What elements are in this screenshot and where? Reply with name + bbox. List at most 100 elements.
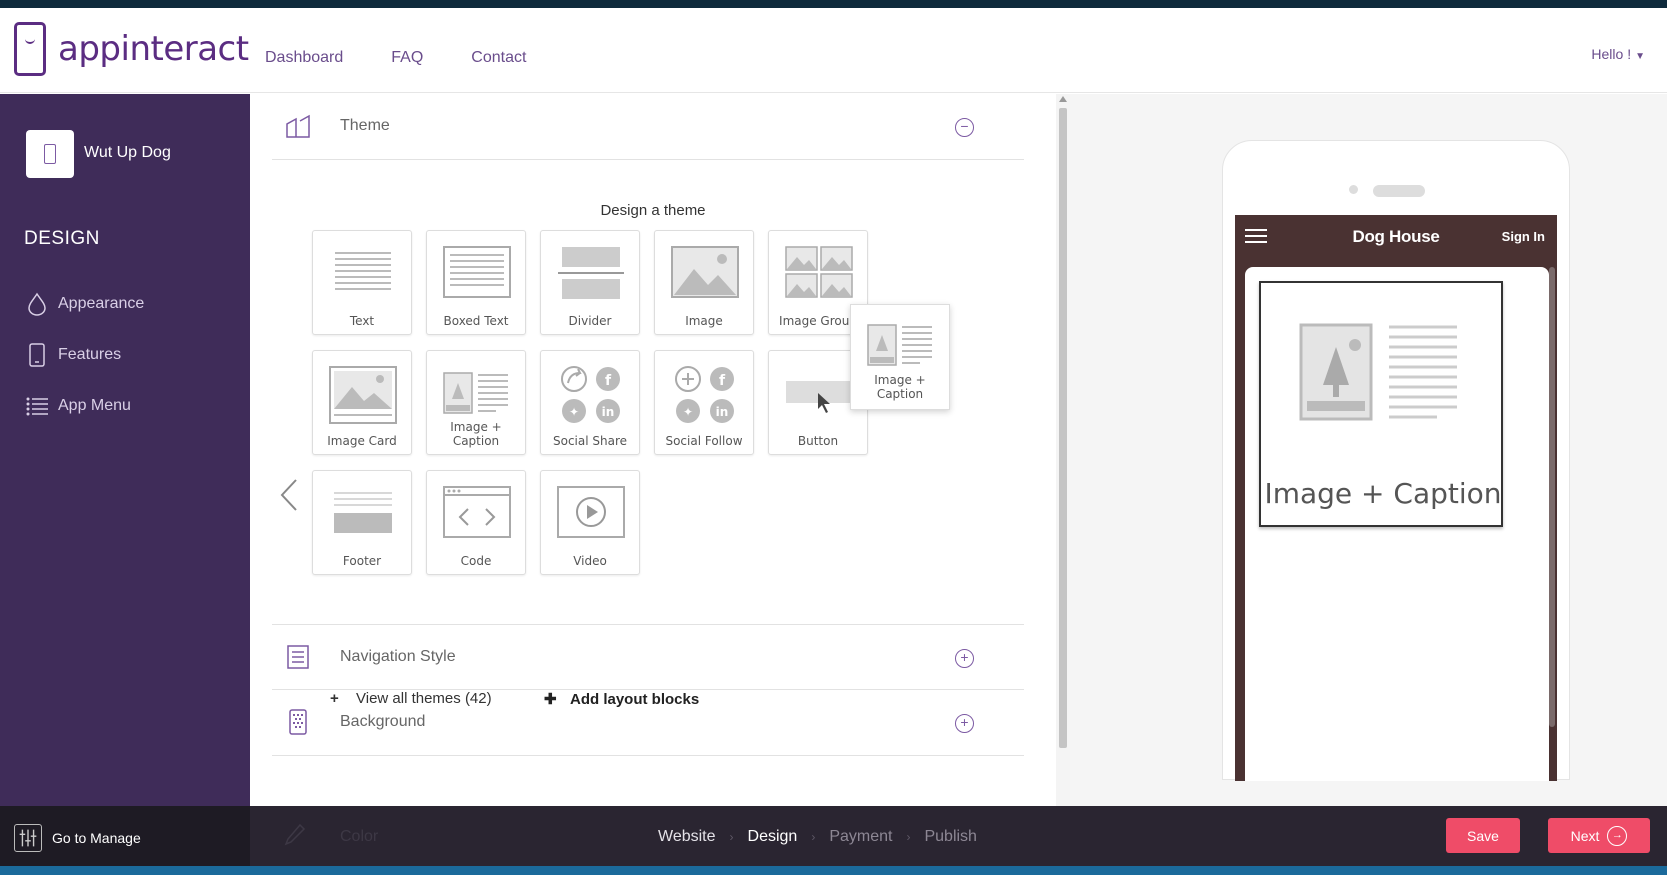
collapse-icon[interactable]: −: [955, 118, 974, 137]
sidebar-item-label: Appearance: [58, 295, 145, 312]
expand-icon[interactable]: +: [955, 649, 974, 668]
go-to-manage-button[interactable]: Go to Manage: [14, 824, 141, 852]
tile-social-follow[interactable]: f ✦ in Social Follow: [654, 350, 754, 455]
tile-label: Image + Caption: [450, 420, 502, 448]
nav-contact[interactable]: Contact: [471, 49, 526, 67]
tile-image-card[interactable]: Image Card: [312, 350, 412, 455]
tile-label: Code: [460, 554, 492, 568]
phone-speaker: [1373, 185, 1425, 197]
phone-camera: [1349, 185, 1358, 194]
go-to-manage-label: Go to Manage: [52, 830, 141, 846]
editor-panel: Theme − Design a theme Text Boxed Text D…: [250, 94, 1056, 806]
logo[interactable]: appinteract: [14, 22, 249, 76]
window-top-stripe: [0, 0, 1667, 8]
dropper-icon: [284, 823, 306, 846]
preview-scrollbar: [1549, 267, 1555, 727]
accordion-background[interactable]: Background +: [272, 690, 1024, 756]
svg-text:in: in: [602, 405, 615, 419]
user-menu[interactable]: Hello ! ▼: [1591, 46, 1645, 62]
accordion-theme[interactable]: Theme −: [272, 94, 1024, 160]
preview-content: Image + Caption: [1245, 267, 1549, 781]
phone-preview-panel: Dog House Sign In Image + Caption: [1070, 94, 1667, 806]
background-icon: [289, 709, 307, 735]
phone-screen: Dog House Sign In Image + Caption: [1235, 215, 1557, 781]
scroll-up-icon[interactable]: [1059, 96, 1067, 102]
preview-sign-in[interactable]: Sign In: [1502, 229, 1545, 244]
tile-label: Video: [573, 554, 607, 568]
phone-icon: [29, 343, 45, 367]
tile-boxed-text[interactable]: Boxed Text: [426, 230, 526, 335]
tile-label: Image: [685, 314, 723, 328]
image-group-icon: [785, 246, 853, 298]
tile-image[interactable]: Image: [654, 230, 754, 335]
save-button[interactable]: Save: [1446, 818, 1520, 853]
step-payment[interactable]: Payment: [829, 828, 892, 846]
image-caption-icon: [1299, 323, 1457, 421]
preview-caption: Image + Caption: [1264, 477, 1502, 510]
dragging-tile[interactable]: Image + Caption: [850, 304, 950, 410]
preview-image-caption-block[interactable]: Image + Caption: [1259, 281, 1503, 527]
tile-image-caption[interactable]: Image + Caption: [426, 350, 526, 455]
tile-label: Divider: [568, 314, 612, 328]
tile-label: Text: [349, 314, 375, 328]
svg-text:✦: ✦: [683, 405, 693, 419]
go-to-manage-area: Go to Manage: [0, 806, 250, 866]
image-caption-icon: [867, 324, 932, 366]
step-website[interactable]: Website: [658, 828, 716, 846]
user-greeting: Hello !: [1591, 46, 1632, 62]
tile-divider[interactable]: Divider: [540, 230, 640, 335]
theme-icon: [286, 114, 310, 138]
expand-icon[interactable]: +: [955, 714, 974, 733]
image-caption-icon: [443, 372, 508, 414]
sidebar-item-appearance[interactable]: Appearance: [26, 292, 144, 316]
scroll-thumb[interactable]: [1059, 108, 1067, 748]
svg-text:f: f: [605, 373, 612, 389]
chevron-right-icon: ›: [729, 830, 734, 844]
svg-text:✦: ✦: [569, 405, 579, 419]
tile-video[interactable]: Video: [540, 470, 640, 575]
tile-footer[interactable]: Footer: [312, 470, 412, 575]
bottom-bar: Go to Manage Color Website › Design › Pa…: [0, 806, 1667, 866]
accordion-title: Navigation Style: [340, 648, 456, 665]
tile-label: Social Share: [552, 434, 628, 448]
chevron-right-icon: ›: [906, 830, 911, 844]
list-icon: [26, 397, 48, 416]
accordion-title: Background: [340, 713, 426, 730]
step-design[interactable]: Design: [748, 828, 798, 846]
tile-text[interactable]: Text: [312, 230, 412, 335]
editor-scrollbar[interactable]: [1056, 94, 1070, 806]
preview-app-bar: Dog House Sign In: [1235, 215, 1557, 257]
button-block-icon: [786, 381, 852, 413]
step-publish[interactable]: Publish: [924, 828, 976, 846]
prev-arrow-icon[interactable]: [278, 478, 300, 512]
sidebar-item-features[interactable]: Features: [26, 343, 121, 367]
sliders-icon: [14, 824, 42, 852]
accordion-navigation-style[interactable]: Navigation Style +: [272, 624, 1024, 690]
image-icon: [671, 246, 739, 298]
design-heading: Design a theme: [600, 202, 706, 219]
tile-code[interactable]: Code: [426, 470, 526, 575]
tile-label: Boxed Text: [443, 314, 509, 328]
accordion-title: Theme: [340, 117, 390, 134]
color-accordion-title: Color: [340, 828, 379, 845]
sidebar-item-app-menu[interactable]: App Menu: [26, 394, 131, 418]
svg-text:in: in: [716, 405, 729, 419]
caret-down-icon: ▼: [1635, 51, 1645, 62]
tile-social-share[interactable]: f ✦ in Social Share: [540, 350, 640, 455]
nav-style-icon: [287, 645, 309, 669]
app-name: Wut Up Dog: [84, 144, 171, 161]
nav-dashboard[interactable]: Dashboard: [265, 49, 343, 67]
video-icon: [557, 486, 625, 538]
app-avatar[interactable]: [26, 130, 74, 178]
tile-label: Footer: [342, 554, 382, 568]
app-frame: appinteract Dashboard FAQ Contact Hello …: [0, 8, 1667, 866]
code-icon: [443, 486, 511, 538]
arrow-right-icon: →: [1607, 825, 1628, 846]
text-block-icon: [335, 252, 391, 290]
next-button[interactable]: Next →: [1548, 818, 1650, 853]
sidebar-item-label: App Menu: [58, 397, 131, 414]
nav-faq[interactable]: FAQ: [391, 49, 423, 67]
tile-label: Image + Caption: [874, 373, 926, 401]
chevron-right-icon: ›: [811, 830, 816, 844]
main-nav: Dashboard FAQ Contact: [265, 49, 526, 67]
